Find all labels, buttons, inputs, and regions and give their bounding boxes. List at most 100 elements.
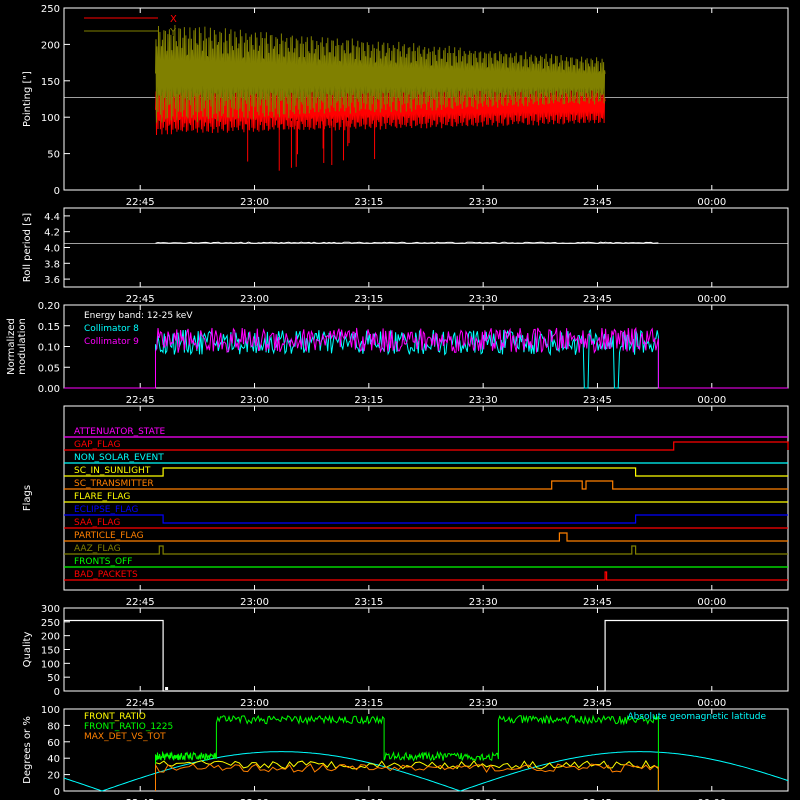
flag-label: GAP_FLAG xyxy=(74,440,120,450)
quality-xtick-label: 23:15 xyxy=(354,698,383,709)
quality-ytick-label: 0 xyxy=(54,687,60,698)
flag-label: FRONTS_OFF xyxy=(74,557,132,567)
pointing-ytick-label: 50 xyxy=(47,150,60,161)
modulation-xtick-label: 00:00 xyxy=(697,395,726,406)
modulation-ytick-label: 0.10 xyxy=(38,343,60,354)
flag-label: NON_SOLAR_EVENT xyxy=(74,453,164,463)
roll-xtick-label: 00:00 xyxy=(697,294,726,305)
quality-xtick-label: 23:00 xyxy=(240,698,269,709)
quality-ytick-label: 300 xyxy=(41,604,60,615)
modulation-legend-label: Collimator 8 xyxy=(84,324,139,334)
flag-line xyxy=(64,532,788,542)
roll-ytick-label: 3.6 xyxy=(44,275,60,286)
ratios-ytick-label: 40 xyxy=(47,754,60,765)
flags-frame xyxy=(63,405,789,591)
flags-xtick-label: 23:00 xyxy=(240,597,269,608)
pointing-xtick-label: 23:00 xyxy=(240,197,269,208)
flags-xtick-label: 23:30 xyxy=(469,597,498,608)
flag-line xyxy=(64,480,788,490)
pointing-ytick-label: 250 xyxy=(41,4,60,15)
ratios-ytick-label: 20 xyxy=(47,771,60,782)
modulation-series-collimator-8 xyxy=(64,328,788,389)
ratios-legend-label: FRONT_RATIO xyxy=(84,712,146,722)
pointing-ytick-label: 100 xyxy=(41,113,60,124)
quality-xtick-label: 00:00 xyxy=(697,698,726,709)
quality-xtick-label: 23:45 xyxy=(583,698,612,709)
quality-ytick-label: 150 xyxy=(41,646,60,657)
quality-ytick-label: 50 xyxy=(47,673,60,684)
modulation-ytick-label: 0.20 xyxy=(38,301,60,312)
flag-label: FLARE_FLAG xyxy=(74,492,130,502)
ratios-ytick-label: 60 xyxy=(47,738,60,749)
ratios-series-front_ratio xyxy=(155,759,659,791)
modulation-xtick-label: 23:15 xyxy=(354,395,383,406)
flags-ylabel: Flags xyxy=(22,485,33,511)
ratios-ylabel: Degrees or % xyxy=(22,716,33,784)
ratios-ytick-label: 0 xyxy=(54,787,60,798)
quality-ytick-label: 100 xyxy=(41,659,60,670)
modulation-ytick-label: 0.00 xyxy=(38,384,60,395)
flag-line xyxy=(64,514,788,524)
roll-ytick-label: 4.2 xyxy=(44,228,60,239)
quality-ylabel: Quality xyxy=(22,632,33,668)
ratios-series-max_det_vs_tot xyxy=(155,763,659,791)
roll-ytick-label: 4.0 xyxy=(44,244,60,255)
modulation-xtick-label: 23:00 xyxy=(240,395,269,406)
modulation-xtick-label: 22:45 xyxy=(126,395,155,406)
quality-ytick-label: 250 xyxy=(41,618,60,629)
modulation-xtick-label: 23:45 xyxy=(583,395,612,406)
flag-label: AAZ_FLAG xyxy=(74,544,121,554)
summary-figure: 22:45 23:00 23:15 23:30 23:45 00:00 0 50 100 150 2… xyxy=(6,4,789,800)
pointing-legend-label: X xyxy=(170,14,177,25)
modulation-ylabel: modulation xyxy=(17,318,28,375)
flag-label: SC_TRANSMITTER xyxy=(74,479,154,489)
flag-label: ECLIPSE_FLAG xyxy=(74,505,138,515)
modulation-ylabel: Normalized xyxy=(6,318,17,375)
ratios-series-front_ratio_1225 xyxy=(155,714,659,791)
pointing-ytick-label: 0 xyxy=(54,186,60,197)
quality-ytick-label: 200 xyxy=(41,632,60,643)
flags-xtick-label: 22:45 xyxy=(126,597,155,608)
flags-xtick-label: 00:00 xyxy=(697,597,726,608)
modulation-ytick-label: 0.05 xyxy=(38,363,60,374)
pointing-ytick-label: 150 xyxy=(41,77,60,88)
roll-ytick-label: 3.8 xyxy=(44,259,60,270)
flag-label: ATTENUATOR_STATE xyxy=(74,427,166,437)
flag-line xyxy=(64,441,789,451)
roll-xtick-label: 22:45 xyxy=(126,294,155,305)
roll-ytick-label: 4.4 xyxy=(44,212,60,223)
roll-frame xyxy=(63,207,789,288)
pointing-xtick-label: 23:30 xyxy=(469,197,498,208)
ratios-ytick-label: 100 xyxy=(41,705,60,716)
modulation-ytick-label: 0.15 xyxy=(38,322,60,333)
flag-label: SAA_FLAG xyxy=(74,518,120,528)
modulation-xtick-label: 23:30 xyxy=(469,395,498,406)
quality-marker xyxy=(165,687,169,690)
modulation-annotation: Energy band: 12-25 keV xyxy=(84,311,193,321)
ratios-legend-label: MAX_DET_VS_TOT xyxy=(84,732,166,742)
quality-xtick-label: 22:45 xyxy=(126,698,155,709)
flag-label: BAD_PACKETS xyxy=(74,570,138,580)
modulation-legend-label: Collimator 9 xyxy=(84,337,139,347)
flag-line xyxy=(64,571,788,581)
pointing-xtick-label: 00:00 xyxy=(697,197,726,208)
roll-series xyxy=(155,241,659,244)
flag-line xyxy=(64,467,788,477)
flags-xtick-label: 23:45 xyxy=(583,597,612,608)
ratios-legend-label: FRONT_RATIO_1225 xyxy=(84,722,173,732)
quality-xtick-label: 23:30 xyxy=(469,698,498,709)
roll-xtick-label: 23:45 xyxy=(583,294,612,305)
roll-xtick-label: 23:30 xyxy=(469,294,498,305)
pointing-ytick-label: 200 xyxy=(41,40,60,51)
pointing-xtick-label: 23:45 xyxy=(583,197,612,208)
ratios-annotation: Absolute geomagnetic latitude xyxy=(627,712,766,722)
flag-label: PARTICLE_FLAG xyxy=(74,531,144,541)
pointing-xtick-label: 23:15 xyxy=(354,197,383,208)
flags-xtick-label: 23:15 xyxy=(354,597,383,608)
roll-xtick-label: 23:00 xyxy=(240,294,269,305)
quality-series xyxy=(64,619,788,692)
pointing-ylabel: Pointing ["] xyxy=(22,71,33,127)
flag-label: SC_IN_SUNLIGHT xyxy=(74,466,151,476)
pointing-legend-label: Y xyxy=(169,27,177,38)
flag-line xyxy=(64,545,788,555)
